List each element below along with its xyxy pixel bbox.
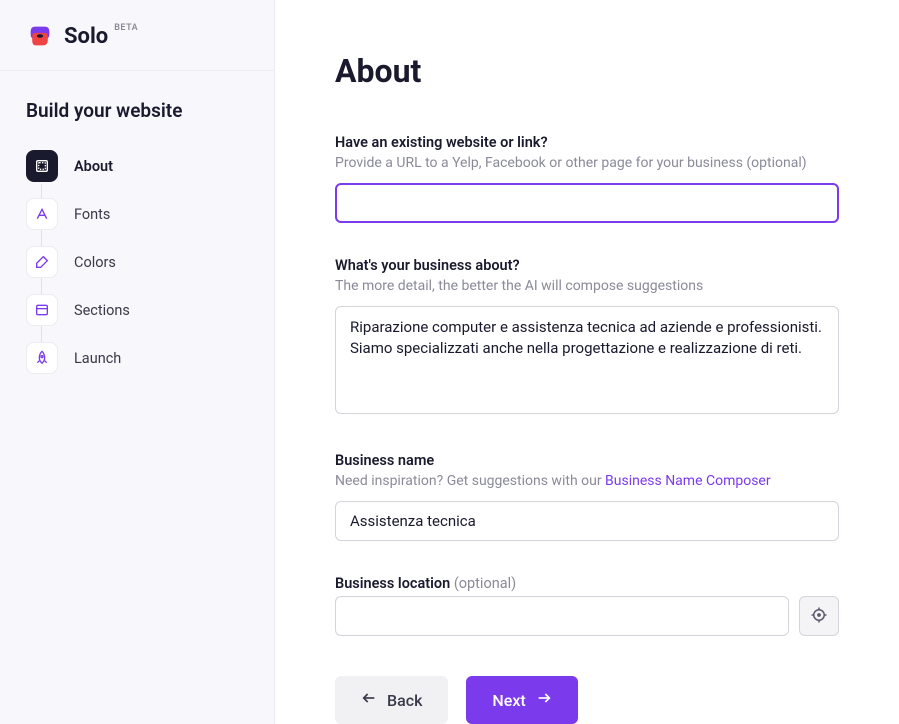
field-label: What's your business about? <box>335 257 839 274</box>
sidebar: Solo BETA Build your website About Fonts… <box>0 0 275 724</box>
crosshair-icon <box>810 606 828 627</box>
field-label: Business location (optional) <box>335 575 839 592</box>
sections-icon <box>26 294 58 326</box>
field-optional-text: (optional) <box>454 575 516 592</box>
field-help: The more detail, the better the AI will … <box>335 278 839 294</box>
arrow-left-icon <box>361 690 377 710</box>
field-label: Business name <box>335 452 839 469</box>
logo-text: Solo <box>64 24 108 49</box>
field-help: Provide a URL to a Yelp, Facebook or oth… <box>335 155 839 171</box>
locate-button[interactable] <box>799 596 839 636</box>
field-label: Have an existing website or link? <box>335 134 839 151</box>
existing-link-input[interactable] <box>335 183 839 223</box>
sidebar-item-colors[interactable]: Colors <box>18 238 256 286</box>
logo-beta-badge: BETA <box>114 23 138 33</box>
about-icon <box>26 150 58 182</box>
location-input[interactable] <box>335 596 789 636</box>
main-content: About Have an existing website or link? … <box>275 0 899 724</box>
back-button-label: Back <box>387 691 422 710</box>
business-name-composer-link[interactable]: Business Name Composer <box>605 473 771 489</box>
sidebar-heading: Build your website <box>0 71 274 142</box>
button-row: Back Next <box>335 676 839 724</box>
field-help-text: Need inspiration? Get suggestions with o… <box>335 473 605 489</box>
field-help: Need inspiration? Get suggestions with o… <box>335 473 839 489</box>
business-name-input[interactable] <box>335 501 839 541</box>
about-textarea[interactable]: Riparazione computer e assistenza tecnic… <box>335 306 839 414</box>
sidebar-item-label: Sections <box>74 302 130 319</box>
field-location: Business location (optional) <box>335 575 839 636</box>
field-business-name: Business name Need inspiration? Get sugg… <box>335 452 839 541</box>
fonts-icon <box>26 198 58 230</box>
sidebar-item-launch[interactable]: Launch <box>18 334 256 382</box>
back-button[interactable]: Back <box>335 676 448 724</box>
field-existing-link: Have an existing website or link? Provid… <box>335 134 839 223</box>
sidebar-item-label: Colors <box>74 254 116 271</box>
field-about: What's your business about? The more det… <box>335 257 839 418</box>
next-button-label: Next <box>492 691 525 710</box>
sidebar-item-sections[interactable]: Sections <box>18 286 256 334</box>
logo-area: Solo BETA <box>0 0 274 71</box>
next-button[interactable]: Next <box>466 676 577 724</box>
sidebar-item-label: About <box>74 158 113 175</box>
page-title: About <box>335 52 839 90</box>
sidebar-item-about[interactable]: About <box>18 142 256 190</box>
sidebar-item-label: Launch <box>74 350 121 367</box>
field-label-text: Business location <box>335 575 450 592</box>
nav-list: About Fonts Colors Sections Launch <box>0 142 274 382</box>
launch-icon <box>26 342 58 374</box>
sidebar-item-label: Fonts <box>74 206 110 223</box>
colors-icon <box>26 246 58 278</box>
logo-icon <box>26 22 54 50</box>
location-row <box>335 596 839 636</box>
arrow-right-icon <box>536 690 552 710</box>
sidebar-item-fonts[interactable]: Fonts <box>18 190 256 238</box>
